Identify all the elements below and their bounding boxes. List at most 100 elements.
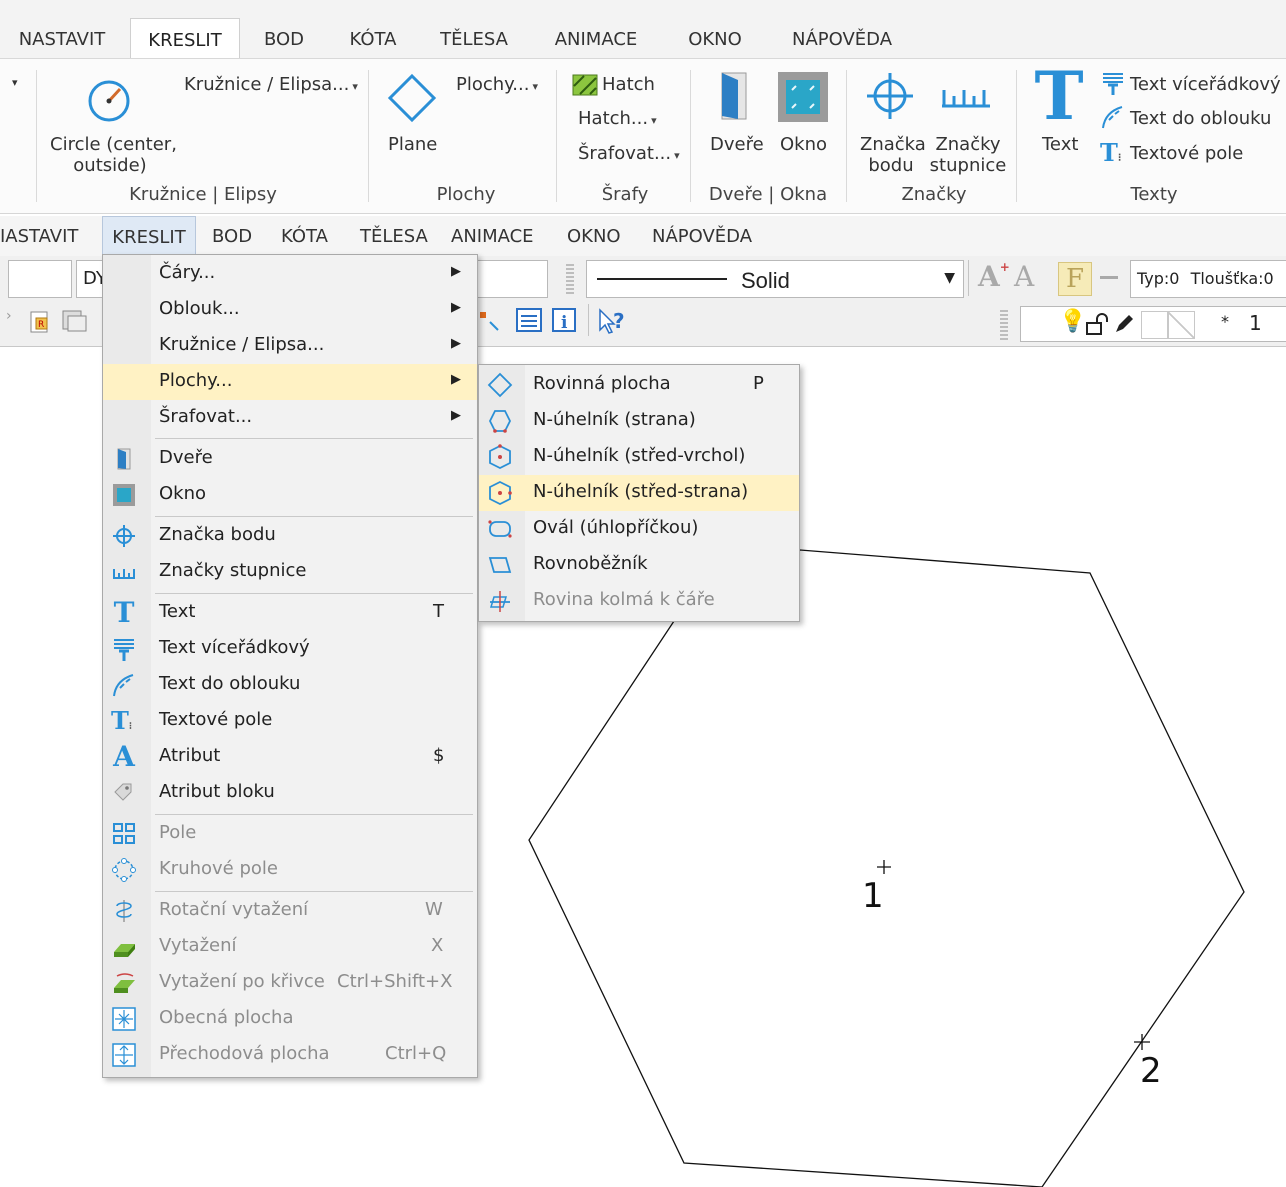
hatching-dropdown[interactable]: Šrafovat... ▾ xyxy=(578,143,680,164)
hatch-button[interactable]: Hatch xyxy=(602,74,655,95)
lightbulb-icon[interactable]: 💡 xyxy=(1059,309,1086,334)
point-mark-icon[interactable] xyxy=(864,70,916,122)
linestyle-swatch[interactable] xyxy=(1167,311,1195,339)
info-icon[interactable]: i xyxy=(550,306,578,334)
arc-text-icon xyxy=(113,674,134,697)
menu-item-text[interactable]: T Text T xyxy=(103,595,477,631)
ribbon-tab-animace[interactable]: ANIMACE xyxy=(540,18,652,58)
ribbon-tab-kreslit[interactable]: KRESLIT xyxy=(130,18,240,59)
menu-item-text-field[interactable]: T⁝ Textové pole xyxy=(103,703,477,739)
circles-dropdown[interactable]: Kružnice / Elipsa... ▾ xyxy=(184,74,358,95)
ribbon-tab-kota[interactable]: KÓTA xyxy=(340,18,406,58)
menu-item-extrude[interactable]: Vytažení X xyxy=(103,929,477,965)
menu-item-perpendicular-plane[interactable]: Rovina kolmá k čáře xyxy=(479,583,799,619)
menu-item-revolve[interactable]: Rotační vytažení W xyxy=(103,893,477,929)
increase-font-icon[interactable]: A+ xyxy=(978,260,1010,293)
text-button[interactable]: Text xyxy=(1042,134,1078,155)
menu-kreslit[interactable]: KRESLIT xyxy=(102,216,196,257)
layer-select[interactable]: 💡 * 1 xyxy=(1020,306,1286,342)
menu-item-multiline-text[interactable]: Text víceřádkový xyxy=(103,631,477,667)
toolbar-overflow-icon[interactable]: › xyxy=(6,308,12,324)
menu-item-door[interactable]: Dveře xyxy=(103,441,477,477)
scale-marks-button[interactable]: Značky stupnice xyxy=(928,134,1008,176)
menu-item-lines[interactable]: Čáry... ▶ xyxy=(103,256,477,292)
fill-icon[interactable]: F xyxy=(1058,262,1092,296)
menu-okno[interactable]: OKNO xyxy=(567,216,621,256)
menu-item-arc[interactable]: Oblouk... ▶ xyxy=(103,292,477,328)
toolbar-grip[interactable] xyxy=(566,262,574,294)
menu-item-scale-marks[interactable]: Značky stupnice xyxy=(103,554,477,590)
insert-file-icon[interactable]: R xyxy=(28,308,52,334)
help-pointer-icon[interactable]: ? xyxy=(596,306,630,336)
window-button[interactable]: Okno xyxy=(780,134,827,155)
arc-text-button[interactable]: Text do oblouku xyxy=(1130,108,1271,129)
type-value: Typ:0 xyxy=(1137,269,1180,288)
menu-item-surfaces[interactable]: Plochy... ▶ xyxy=(103,364,477,400)
menu-bod[interactable]: BOD xyxy=(212,216,252,256)
menu-item-circle-ellipse[interactable]: Kružnice / Elipsa... ▶ xyxy=(103,328,477,364)
ribbon-tab-telesa[interactable]: TĚLESA xyxy=(430,18,518,58)
point-label-1: 1 xyxy=(862,876,884,916)
menu-kota[interactable]: KÓTA xyxy=(281,216,328,256)
menu-item-point-mark[interactable]: Značka bodu xyxy=(103,518,477,554)
menu-item-array[interactable]: Pole xyxy=(103,816,477,852)
door-icon[interactable] xyxy=(716,70,752,122)
menu-item-parallelogram[interactable]: Rovnoběžník xyxy=(479,547,799,583)
ribbon-tab-nastavit[interactable]: NASTAVIT xyxy=(8,18,116,58)
submenu-arrow-icon: ▶ xyxy=(451,336,461,351)
menu-item-sweep[interactable]: Vytažení po křivce Ctrl+Shift+X xyxy=(103,965,477,1001)
ribbon-tab-bod[interactable]: BOD xyxy=(252,18,316,58)
circle-center-outside-button[interactable]: Circle (center, outside) xyxy=(50,134,177,176)
menu-item-arc-text[interactable]: Text do oblouku xyxy=(103,667,477,703)
font-icon[interactable]: A xyxy=(1014,260,1034,293)
menu-item-window[interactable]: Okno xyxy=(103,477,477,513)
menu-nastavit[interactable]: IASTAVIT xyxy=(0,216,78,256)
menu-telesa[interactable]: TĚLESA xyxy=(360,216,428,256)
perpendicular-plane-icon xyxy=(489,591,510,612)
hatch-dropdown[interactable]: Hatch... ▾ xyxy=(578,108,657,129)
menu-item-label: N-úhelník (střed-strana) xyxy=(533,481,749,502)
multiline-text-button[interactable]: Text víceřádkový xyxy=(1130,74,1281,95)
pick-style-icon[interactable] xyxy=(478,306,510,334)
plane-icon[interactable] xyxy=(384,70,440,126)
linetype-select[interactable]: Solid ▼ xyxy=(586,260,964,298)
menu-item-label: Vytažení po křivce xyxy=(159,971,325,992)
properties-panel-icon[interactable] xyxy=(514,306,544,334)
plane-button[interactable]: Plane xyxy=(388,134,437,155)
toolbar-grip[interactable] xyxy=(1000,308,1008,340)
menu-item-plane-surface[interactable]: Rovinná plocha P xyxy=(479,367,799,403)
type-thickness-field[interactable]: Typ:0 Tloušťka:0 xyxy=(1130,260,1286,298)
menu-item-block-attribute[interactable]: Atribut bloku xyxy=(103,775,477,811)
menu-item-loft-surface[interactable]: Přechodová plocha Ctrl+Q xyxy=(103,1037,477,1073)
menu-item-oval[interactable]: Ovál (úhlopříčkou) xyxy=(479,511,799,547)
door-button[interactable]: Dveře xyxy=(710,134,764,155)
menu-item-hatch[interactable]: Šrafovat... ▶ xyxy=(103,400,477,436)
color-swatch[interactable] xyxy=(1141,311,1169,339)
menu-item-polygon-center-side[interactable]: N-úhelník (střed-strana) xyxy=(479,475,799,511)
scale-marks-icon[interactable] xyxy=(938,82,994,112)
menu-item-circular-array[interactable]: Kruhové pole xyxy=(103,852,477,888)
surfaces-dropdown[interactable]: Plochy... ▾ xyxy=(456,74,538,95)
point-mark-button[interactable]: Značka bodu xyxy=(860,134,926,176)
menu-item-label: Šrafovat... xyxy=(159,406,253,427)
menu-item-general-surface[interactable]: Obecná plocha xyxy=(103,1001,477,1037)
chevron-down-icon[interactable]: ▾ xyxy=(12,76,18,89)
chevron-down-icon: ▼ xyxy=(944,270,955,286)
text-icon[interactable]: T xyxy=(1030,63,1088,129)
ribbon-tab-napoveda[interactable]: NÁPOVĚDA xyxy=(778,18,906,58)
circle-center-outside-icon[interactable] xyxy=(78,70,140,132)
menu-item-polygon-center-vertex[interactable]: N-úhelník (střed-vrchol) xyxy=(479,439,799,475)
menu-napoveda[interactable]: NÁPOVĚDA xyxy=(652,216,752,256)
text-field-button[interactable]: Textové pole xyxy=(1130,143,1243,164)
pencil-icon[interactable] xyxy=(1113,313,1135,335)
menu-animace[interactable]: ANIMACE xyxy=(451,216,534,256)
layers-icon[interactable] xyxy=(60,308,88,334)
lock-open-icon[interactable] xyxy=(1085,313,1109,335)
ribbon-tab-okno[interactable]: OKNO xyxy=(674,18,756,58)
coordinate-field-left[interactable] xyxy=(8,260,72,298)
menu-item-shortcut: Ctrl+Q xyxy=(385,1043,447,1064)
window-icon[interactable] xyxy=(776,70,830,124)
menu-item-polygon-side[interactable]: N-úhelník (strana) xyxy=(479,403,799,439)
menu-item-attribute[interactable]: A Atribut $ xyxy=(103,739,477,775)
line-weight-icon[interactable] xyxy=(1100,276,1118,279)
